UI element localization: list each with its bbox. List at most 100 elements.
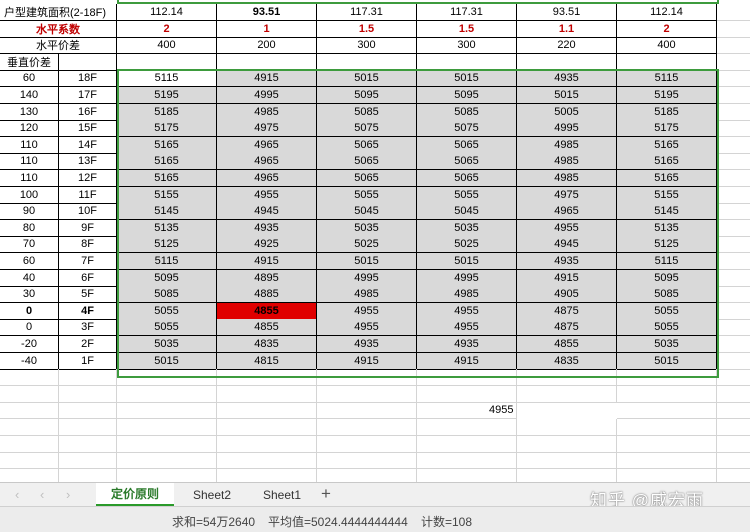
price-cell[interactable]: 5095: [317, 87, 417, 105]
price-cell[interactable]: 5115: [117, 253, 217, 271]
price-cell[interactable]: 5095: [417, 87, 517, 105]
empty-cell[interactable]: [717, 452, 750, 470]
empty-cell[interactable]: [417, 435, 517, 453]
price-cell[interactable]: 4955: [217, 186, 317, 204]
price-cell[interactable]: 4855: [217, 319, 317, 337]
empty-cell[interactable]: [717, 54, 750, 71]
coef-cell[interactable]: 1.5: [317, 20, 417, 38]
empty-cell[interactable]: [59, 452, 117, 470]
price-cell[interactable]: 5035: [317, 219, 417, 237]
price-cell[interactable]: 5045: [417, 203, 517, 221]
empty-cell[interactable]: [217, 468, 317, 482]
floor-cell[interactable]: 3F: [59, 319, 117, 337]
price-cell[interactable]: 5065: [417, 136, 517, 154]
price-cell[interactable]: 4965: [217, 136, 317, 154]
empty-cell[interactable]: [217, 53, 317, 71]
empty-cell[interactable]: [317, 435, 417, 453]
empty-cell[interactable]: [117, 468, 217, 482]
price-cell[interactable]: 4975: [217, 120, 317, 138]
coef-cell[interactable]: 2: [117, 20, 217, 38]
price-cell[interactable]: 4985: [417, 286, 517, 304]
vdiff-cell[interactable]: 80: [0, 219, 59, 237]
empty-cell[interactable]: [217, 402, 317, 420]
price-cell[interactable]: 5085: [317, 103, 417, 121]
price-cell[interactable]: 4915: [317, 352, 417, 370]
empty-cell[interactable]: [717, 319, 750, 337]
price-cell[interactable]: 5015: [617, 352, 717, 370]
empty-cell[interactable]: [0, 385, 59, 403]
price-cell[interactable]: 5085: [617, 286, 717, 304]
price-cell[interactable]: 5125: [617, 236, 717, 254]
price-cell[interactable]: 5055: [117, 302, 217, 320]
empty-cell[interactable]: [717, 236, 750, 254]
empty-cell[interactable]: [117, 53, 217, 71]
price-cell[interactable]: 5065: [317, 170, 417, 188]
price-cell[interactable]: 4915: [517, 269, 617, 287]
price-cell[interactable]: 4855: [217, 302, 317, 320]
empty-cell[interactable]: [717, 436, 750, 453]
empty-cell[interactable]: [0, 452, 59, 470]
hdiff-cell[interactable]: 400: [617, 37, 717, 55]
price-cell[interactable]: 4955: [517, 219, 617, 237]
price-cell[interactable]: 5035: [617, 336, 717, 354]
empty-cell[interactable]: [617, 419, 717, 437]
empty-cell[interactable]: [317, 419, 417, 437]
price-cell[interactable]: 5185: [117, 103, 217, 121]
price-cell[interactable]: 4985: [517, 136, 617, 154]
price-cell[interactable]: 5115: [117, 70, 217, 88]
price-cell[interactable]: 5025: [417, 236, 517, 254]
empty-cell[interactable]: [617, 402, 717, 420]
price-cell[interactable]: 4975: [517, 186, 617, 204]
vdiff-label-cell[interactable]: 垂直价差: [0, 53, 59, 71]
price-cell[interactable]: 5065: [417, 153, 517, 171]
price-cell[interactable]: 5015: [117, 352, 217, 370]
empty-cell[interactable]: [59, 385, 117, 403]
tab-sheet1[interactable]: Sheet1: [250, 483, 314, 506]
empty-cell[interactable]: [417, 452, 517, 470]
empty-cell[interactable]: [717, 104, 750, 121]
empty-cell[interactable]: [217, 435, 317, 453]
empty-cell[interactable]: [617, 452, 717, 470]
spreadsheet-grid[interactable]: 户型建筑面积(2-18F) 112.14 93.51 117.31 117.31 93.5…: [0, 0, 750, 482]
floor-cell[interactable]: 9F: [59, 219, 117, 237]
price-cell[interactable]: 5195: [117, 87, 217, 105]
price-cell[interactable]: 4955: [317, 302, 417, 320]
price-cell[interactable]: 4915: [217, 253, 317, 271]
price-cell[interactable]: 4995: [417, 269, 517, 287]
empty-cell[interactable]: [717, 4, 750, 22]
price-cell[interactable]: 4935: [517, 70, 617, 88]
empty-cell[interactable]: [59, 369, 117, 387]
price-cell[interactable]: 5015: [317, 70, 417, 88]
price-cell[interactable]: 5165: [117, 170, 217, 188]
empty-cell[interactable]: [217, 385, 317, 403]
price-cell[interactable]: 5085: [417, 103, 517, 121]
price-cell[interactable]: 4995: [217, 87, 317, 105]
price-cell[interactable]: 5165: [617, 170, 717, 188]
price-cell[interactable]: 4935: [517, 253, 617, 271]
tab-sheet2[interactable]: Sheet2: [180, 483, 244, 506]
price-cell[interactable]: 5165: [617, 153, 717, 171]
price-cell[interactable]: 4985: [317, 286, 417, 304]
price-cell[interactable]: 4935: [317, 336, 417, 354]
coef-cell[interactable]: 1: [217, 20, 317, 38]
vdiff-cell[interactable]: 60: [0, 253, 59, 271]
empty-cell[interactable]: [717, 253, 750, 271]
price-cell[interactable]: 5145: [117, 203, 217, 221]
empty-cell[interactable]: [717, 469, 750, 482]
price-cell[interactable]: 4945: [217, 203, 317, 221]
empty-cell[interactable]: [117, 452, 217, 470]
area-cell[interactable]: 117.31: [317, 4, 417, 22]
vdiff-cell[interactable]: 110: [0, 136, 59, 154]
first-sheet-icon[interactable]: ‹: [15, 487, 19, 502]
loose-value-cell[interactable]: 4955: [417, 402, 517, 420]
price-cell[interactable]: 5065: [317, 136, 417, 154]
vdiff-cell[interactable]: 70: [0, 236, 59, 254]
price-cell[interactable]: 5065: [317, 153, 417, 171]
vdiff-cell[interactable]: -20: [0, 336, 59, 354]
price-cell[interactable]: 5015: [317, 253, 417, 271]
empty-cell[interactable]: [59, 435, 117, 453]
vdiff-cell[interactable]: 120: [0, 120, 59, 138]
empty-cell[interactable]: [717, 187, 750, 204]
price-cell[interactable]: 4955: [317, 319, 417, 337]
empty-cell[interactable]: [617, 435, 717, 453]
